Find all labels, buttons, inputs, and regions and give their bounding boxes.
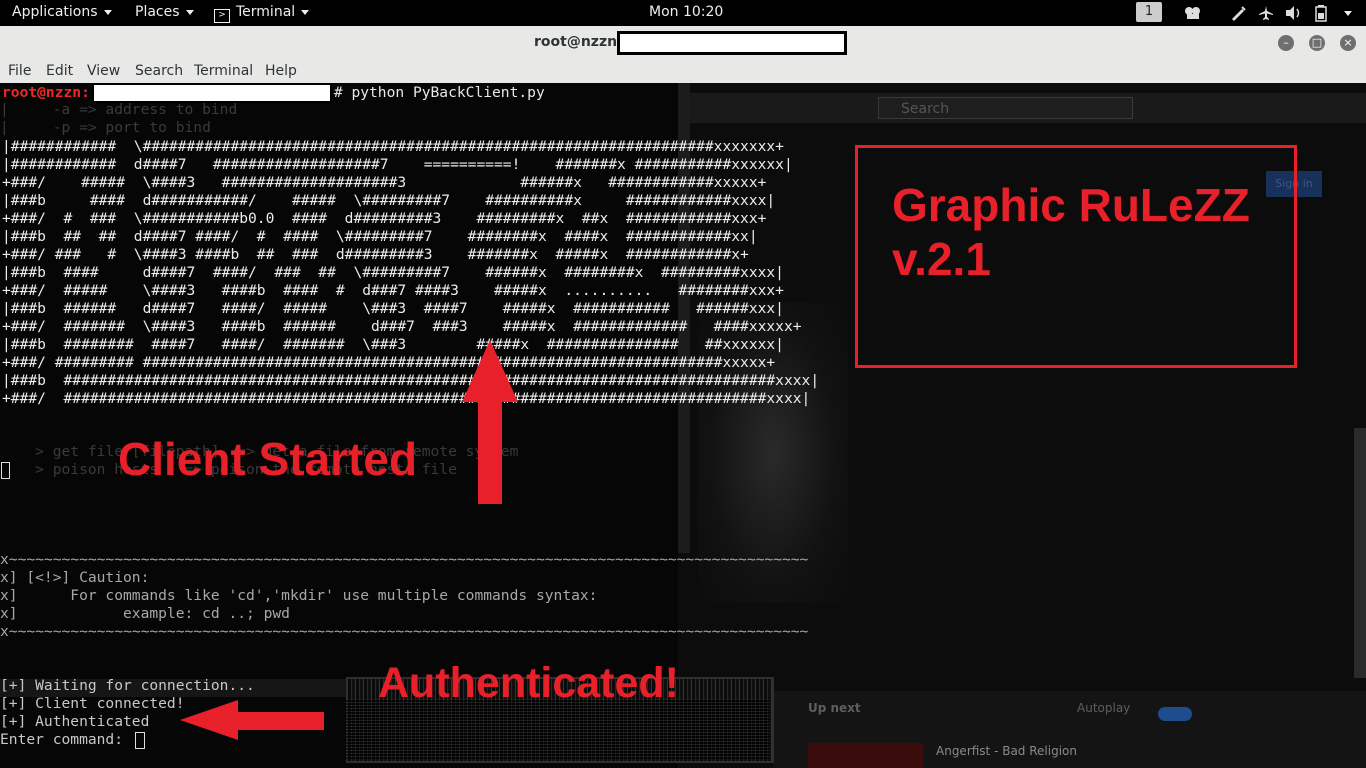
close-icon: × bbox=[1343, 36, 1353, 49]
faded-output-line: | -p => port to bind bbox=[0, 119, 211, 136]
terminal-icon: > bbox=[214, 9, 230, 23]
caution-line: x] example: cd ..; pwd bbox=[0, 605, 290, 622]
ascii-banner: |############ \#########################… bbox=[2, 138, 819, 408]
graphic-title-line2: v.2.1 bbox=[892, 233, 991, 285]
banner-line: |###b ###### d####7 ####/ ##### \###3 ##… bbox=[2, 300, 784, 317]
top-panel: Applications Places > Terminal Mon 10:20 … bbox=[0, 0, 1366, 26]
faded-output-line: | -a => address to bind bbox=[0, 101, 238, 118]
maximize-button[interactable]: □ bbox=[1309, 35, 1325, 51]
power-menu-chevron-icon[interactable] bbox=[1344, 11, 1352, 16]
noise-scanlines bbox=[346, 699, 770, 759]
caution-message: x~~~~~~~~~~~~~~~~~~~~~~~~~~~~~~~~~~~~~~~… bbox=[0, 551, 808, 641]
window-titlebar[interactable]: root@nzzn: – □ × bbox=[0, 26, 1366, 61]
maximize-icon: □ bbox=[1311, 36, 1323, 49]
browser-search-field: Search bbox=[878, 97, 1133, 119]
prompt-user: root@nzzn: bbox=[2, 84, 90, 101]
minimize-icon: – bbox=[1283, 36, 1289, 49]
banner-line: +###/ ##################################… bbox=[2, 390, 811, 407]
places-menu[interactable]: Places bbox=[135, 4, 194, 20]
up-next-panel: Up next Autoplay Angerfist - Bad Religio… bbox=[773, 691, 1366, 768]
terminal-menubar: File Edit View Search Terminal Help bbox=[0, 60, 1366, 83]
banner-line: |############ \#########################… bbox=[2, 138, 784, 155]
workspace-indicator[interactable]: 1 bbox=[1136, 2, 1162, 22]
menu-edit[interactable]: Edit bbox=[46, 63, 73, 79]
prompt-command: # python PyBackClient.py bbox=[333, 84, 545, 101]
up-next-video-title: Angerfist - Bad Religion bbox=[936, 744, 1077, 758]
banner-line: |###b #### d###########/ ##### \########… bbox=[2, 192, 776, 209]
clock[interactable]: Mon 10:20 bbox=[649, 4, 723, 20]
client-started-label: Client Started bbox=[118, 433, 418, 485]
menu-view[interactable]: View bbox=[87, 63, 120, 79]
banner-line: +###/ ##### \####3 ####b #### # d###7 ##… bbox=[2, 282, 784, 299]
command-input-cursor[interactable] bbox=[135, 732, 145, 749]
applications-label: Applications bbox=[12, 4, 98, 20]
authenticated-label: Authenticated! bbox=[378, 659, 679, 707]
graphic-version-label: Graphic RuLeZZ v.2.1 bbox=[892, 178, 1250, 286]
terminal-app-menu[interactable]: > Terminal bbox=[214, 4, 310, 23]
airplane-mode-icon[interactable] bbox=[1258, 5, 1274, 21]
banner-line: |############ d####7 ###################… bbox=[2, 156, 793, 173]
autoplay-toggle bbox=[1158, 707, 1192, 721]
faded-output-line bbox=[0, 407, 518, 425]
banner-line: +###/ ######### ########################… bbox=[2, 354, 776, 371]
terminal-app-label: Terminal bbox=[236, 4, 296, 20]
menu-terminal[interactable]: Terminal bbox=[194, 63, 253, 79]
banner-line: +###/ ####### \####3 ####b ###### d###7 … bbox=[2, 318, 802, 335]
caution-line: x~~~~~~~~~~~~~~~~~~~~~~~~~~~~~~~~~~~~~~~… bbox=[0, 551, 809, 568]
redacted-path-box bbox=[92, 83, 332, 103]
browser-scrollbar bbox=[1354, 428, 1366, 678]
banner-line: +###/ # ### \###########b0.0 #### d#####… bbox=[2, 210, 767, 227]
clock-label: Mon 10:20 bbox=[649, 4, 724, 20]
banner-line: |###b ##################################… bbox=[2, 372, 820, 389]
volume-icon[interactable] bbox=[1285, 5, 1303, 21]
video-thumbnail bbox=[808, 743, 923, 768]
chevron-down-icon bbox=[301, 9, 310, 15]
chevron-down-icon bbox=[185, 9, 194, 15]
autoplay-label: Autoplay bbox=[1077, 701, 1131, 715]
caution-line: x] [<!>] Caution: bbox=[0, 569, 150, 586]
places-label: Places bbox=[135, 4, 180, 20]
banner-line: +###/ ##### \####3 ####################3… bbox=[2, 174, 767, 191]
left-arrow-icon bbox=[180, 700, 324, 740]
banner-line: |###b ######## ####7 ####/ ####### \###3… bbox=[2, 336, 784, 353]
up-arrow-icon bbox=[462, 340, 518, 504]
graphic-title-line1: Graphic RuLeZZ bbox=[892, 179, 1250, 231]
webcam-icon[interactable] bbox=[1184, 6, 1202, 20]
pen-icon[interactable] bbox=[1230, 5, 1246, 21]
battery-icon[interactable] bbox=[1314, 4, 1328, 22]
banner-line: |###b ## ## d####7 ####/ # #### \#######… bbox=[2, 228, 758, 245]
text-cursor bbox=[1, 462, 10, 479]
caution-line: x] For commands like 'cd','mkdir' use mu… bbox=[0, 587, 598, 604]
applications-menu[interactable]: Applications bbox=[12, 4, 112, 20]
up-next-label: Up next bbox=[808, 701, 861, 715]
menu-search[interactable]: Search bbox=[135, 63, 183, 79]
minimize-button[interactable]: – bbox=[1278, 35, 1294, 51]
window-title: root@nzzn: bbox=[534, 34, 623, 50]
chevron-down-icon bbox=[103, 9, 112, 15]
menu-help[interactable]: Help bbox=[265, 63, 297, 79]
banner-line: |###b #### d####7 ####/ ### ## \########… bbox=[2, 264, 784, 281]
browser-search-placeholder: Search bbox=[901, 101, 950, 117]
caution-line: x~~~~~~~~~~~~~~~~~~~~~~~~~~~~~~~~~~~~~~~… bbox=[0, 623, 809, 640]
close-button[interactable]: × bbox=[1340, 35, 1356, 51]
menu-file[interactable]: File bbox=[8, 63, 31, 79]
banner-line: +###/ ### # \####3 ####b ## ### d#######… bbox=[2, 246, 749, 263]
redacted-hostname-box bbox=[617, 31, 847, 55]
status-line: [+] Waiting for connection... bbox=[0, 677, 255, 694]
